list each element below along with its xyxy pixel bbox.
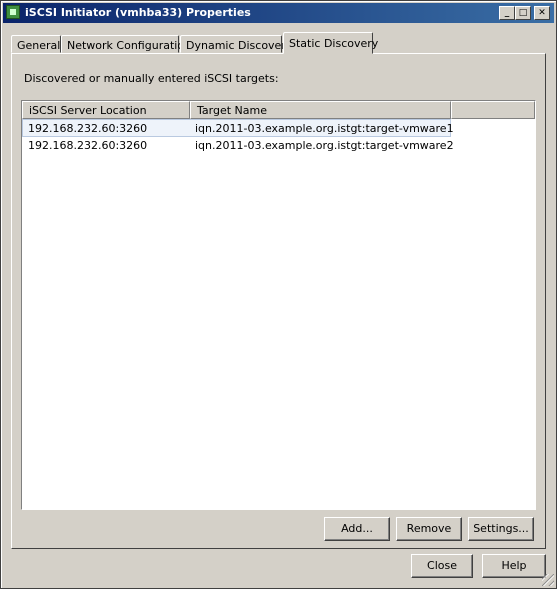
properties-dialog: iSCSI Initiator (vmhba33) Properties _ □… <box>0 0 557 589</box>
close-button[interactable]: Close <box>411 554 473 578</box>
table-row[interactable]: 192.168.232.60:3260 iqn.2011-03.example.… <box>23 137 454 153</box>
iscsi-adapter-icon <box>6 5 20 19</box>
targets-list[interactable]: iSCSI Server Location Target Name 192.16… <box>21 100 536 510</box>
resize-grip-icon[interactable] <box>542 574 554 586</box>
window-title: iSCSI Initiator (vmhba33) Properties <box>25 6 251 19</box>
targets-description: Discovered or manually entered iSCSI tar… <box>24 72 279 85</box>
remove-button[interactable]: Remove <box>396 517 462 541</box>
column-header-target-name[interactable]: Target Name <box>190 101 451 119</box>
settings-button[interactable]: Settings... <box>468 517 534 541</box>
target-name-cell: iqn.2011-03.example.org.istgt:target-vmw… <box>195 139 454 152</box>
help-button[interactable]: Help <box>482 554 546 578</box>
tab-general[interactable]: General <box>11 35 61 53</box>
tab-dynamic-discovery[interactable]: Dynamic Discovery <box>180 35 292 53</box>
column-header-filler <box>451 101 535 119</box>
tab-static-discovery[interactable]: Static Discovery <box>283 32 378 54</box>
tab-network-configuration[interactable]: Network Configuration <box>61 35 191 53</box>
maximize-button[interactable]: □ <box>515 6 531 20</box>
table-row[interactable]: 192.168.232.60:3260 iqn.2011-03.example.… <box>22 119 454 137</box>
server-location-cell: 192.168.232.60:3260 <box>28 139 148 152</box>
static-discovery-panel: Discovered or manually entered iSCSI tar… <box>11 53 546 549</box>
minimize-button[interactable]: _ <box>499 6 515 20</box>
server-location-cell: 192.168.232.60:3260 <box>28 122 148 135</box>
column-header-server-location[interactable]: iSCSI Server Location <box>22 101 190 119</box>
list-header: iSCSI Server Location Target Name <box>22 101 535 119</box>
target-name-cell: iqn.2011-03.example.org.istgt:target-vmw… <box>195 122 454 135</box>
title-bar[interactable]: iSCSI Initiator (vmhba33) Properties _ □… <box>3 3 554 23</box>
close-window-button[interactable]: ✕ <box>534 6 550 20</box>
add-button[interactable]: Add... <box>324 517 390 541</box>
